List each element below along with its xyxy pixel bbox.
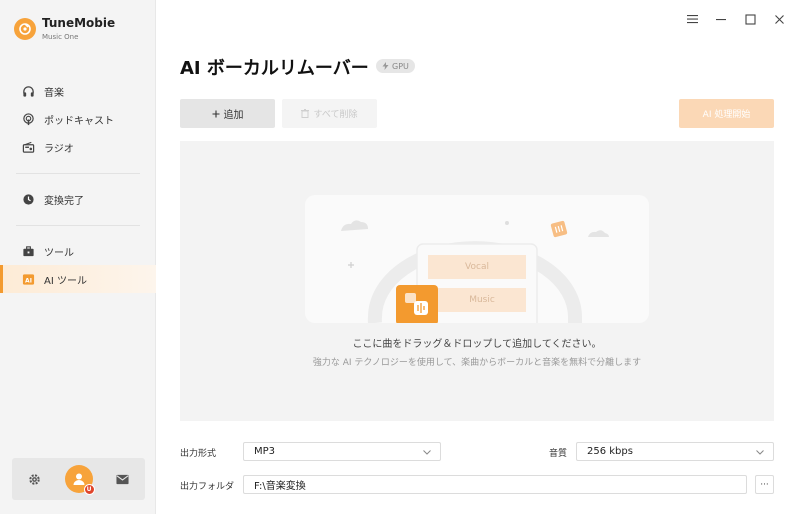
- add-button[interactable]: 追加: [180, 99, 275, 128]
- quality-label: 音質: [549, 449, 568, 459]
- sidebar-bottom-bar: U: [12, 458, 145, 500]
- gear-icon[interactable]: [28, 473, 41, 486]
- sidebar-item-podcast[interactable]: ポッドキャスト: [0, 105, 156, 133]
- sidebar-item-radio[interactable]: ラジオ: [0, 133, 156, 161]
- ai-icon: AI: [21, 272, 35, 286]
- sidebar-item-label: ツール: [44, 247, 74, 259]
- sidebar-divider: [16, 173, 140, 174]
- sidebar-divider: [16, 225, 140, 226]
- browse-folder-button[interactable]: ···: [755, 475, 774, 494]
- music-bar: Music: [438, 288, 526, 312]
- delete-all-button[interactable]: すべて削除: [282, 99, 377, 128]
- headphones-icon: [21, 84, 35, 98]
- output-folder-value: F:\音楽変換: [254, 481, 306, 492]
- sidebar-item-converted[interactable]: 変換完了: [0, 185, 156, 213]
- mail-icon[interactable]: [116, 474, 129, 485]
- menu-icon[interactable]: [685, 12, 699, 26]
- output-format-select[interactable]: MP3: [243, 442, 441, 461]
- drop-description: 強力な AI テクノロジーを使用して、楽曲からボーカルと音楽を無料で分離します: [312, 358, 642, 368]
- minimize-icon[interactable]: [714, 12, 728, 26]
- sidebar-item-tools[interactable]: ツール: [0, 237, 156, 265]
- sidebar-item-label: ラジオ: [44, 143, 74, 155]
- close-icon[interactable]: [772, 12, 786, 26]
- gpu-badge-label: GPU: [392, 61, 409, 71]
- podcast-icon: [21, 112, 35, 126]
- avatar-badge: U: [83, 484, 95, 495]
- add-button-label: 追加: [223, 110, 244, 121]
- output-format-value: MP3: [254, 446, 276, 457]
- toolbox-icon: [21, 244, 35, 258]
- sidebar-item-music[interactable]: 音楽: [0, 77, 156, 105]
- drop-zone[interactable]: Vocal Music ここに曲をドラッグ＆ドロップして追加してください。 強力…: [180, 141, 774, 421]
- sidebar-item-ai-tools[interactable]: AI AI ツール: [0, 265, 156, 293]
- delete-all-button-label: すべて削除: [313, 110, 358, 120]
- avatar[interactable]: U: [64, 465, 95, 495]
- brand: TuneMobie Music One: [14, 16, 115, 42]
- output-format-label: 出力形式: [180, 449, 217, 459]
- sidebar-item-label: ポッドキャスト: [44, 115, 114, 127]
- app-subtitle: Music One: [42, 33, 79, 41]
- user-icon: [73, 473, 84, 485]
- output-folder-field[interactable]: F:\音楽変換: [243, 475, 747, 494]
- maximize-icon[interactable]: [743, 12, 757, 26]
- quality-select[interactable]: 256 kbps: [576, 442, 774, 461]
- start-ai-button[interactable]: AI 処理開始: [679, 99, 774, 128]
- quality-value: 256 kbps: [587, 446, 633, 457]
- chevron-down-icon: [756, 450, 764, 455]
- page-title: AI ボーカルリムーバー: [180, 58, 369, 79]
- output-folder-label: 出力フォルダ: [180, 482, 235, 492]
- app-logo-icon: [14, 18, 36, 40]
- trash-icon: [301, 109, 310, 118]
- app-name: TuneMobie: [42, 16, 116, 30]
- sidebar: TuneMobie Music One 音楽 ポッドキャスト ラジオ 変換完了 …: [0, 0, 156, 514]
- radio-icon: [21, 140, 35, 154]
- sidebar-item-label: 音楽: [44, 87, 64, 99]
- drop-illustration: Vocal Music: [305, 195, 649, 323]
- chevron-down-icon: [423, 450, 431, 455]
- lightning-icon: [382, 62, 389, 70]
- sidebar-item-label: AI ツール: [44, 275, 87, 287]
- gpu-badge: GPU: [376, 59, 415, 73]
- sidebar-item-label: 変換完了: [44, 195, 84, 207]
- vocal-bar: Vocal: [428, 255, 526, 279]
- plus-icon: [212, 110, 219, 117]
- window-controls: [685, 12, 786, 26]
- clock-icon: [21, 192, 35, 206]
- drop-instruction: ここに曲をドラッグ＆ドロップして追加してください。: [352, 339, 602, 350]
- svg-text:AI: AI: [25, 277, 32, 284]
